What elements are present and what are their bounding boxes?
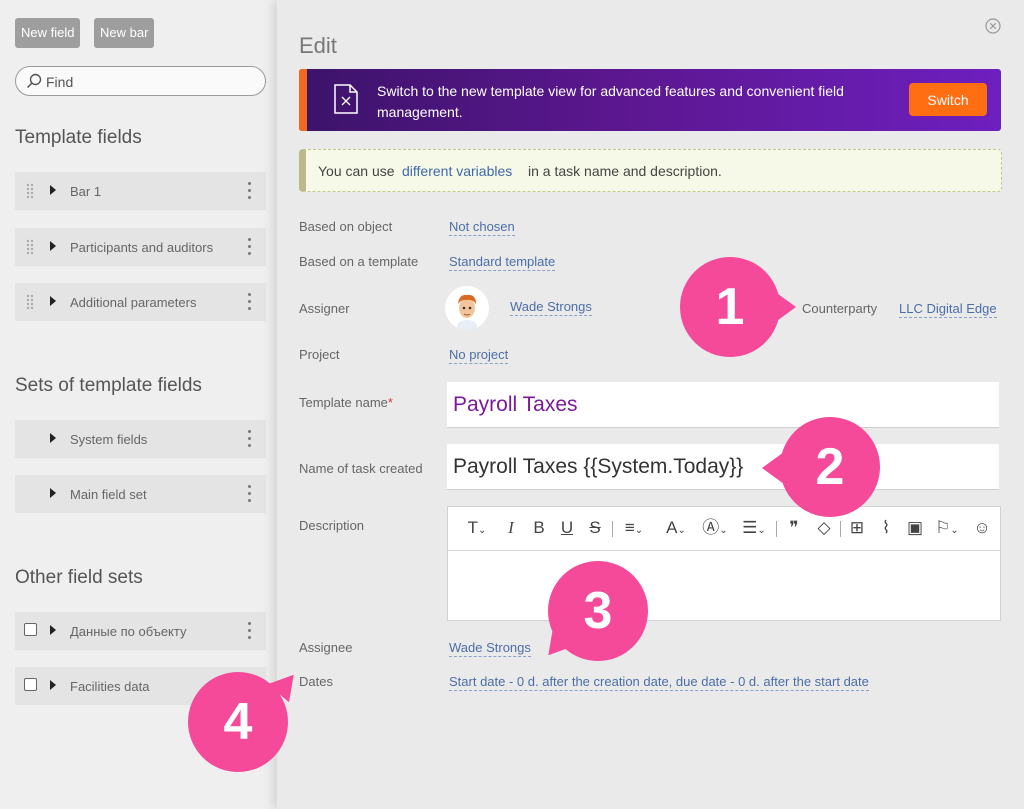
description-editor[interactable]: T⌄ I B U S ≡⌄ A⌄ Ⓐ⌄ ☰⌄ ❞ ◇ ⊞ ⌇ ▣ ⚐⌄ ☺ — [447, 506, 1001, 621]
banner-accent-stripe — [299, 69, 307, 131]
dates-label: Dates — [299, 674, 333, 689]
info-text-before: You can use — [318, 163, 395, 179]
template-fields-title: Template fields — [15, 127, 142, 148]
bold-icon[interactable]: B — [531, 517, 547, 539]
assignee-label: Assignee — [299, 640, 353, 655]
field-item-label: Bar 1 — [70, 184, 102, 199]
based-on-template-label: Based on a template — [299, 254, 419, 269]
search-icon — [26, 73, 42, 89]
strikethrough-icon[interactable]: S — [587, 517, 603, 539]
field-item-additional[interactable]: Additional parameters — [15, 283, 266, 321]
description-label: Description — [299, 518, 365, 533]
avatar[interactable] — [445, 286, 489, 330]
drag-handle-icon[interactable] — [26, 294, 34, 310]
drag-handle-icon[interactable] — [26, 183, 34, 199]
code-file-icon[interactable]: ▣ — [905, 517, 925, 539]
project-label: Project — [299, 347, 340, 362]
more-options-icon[interactable] — [248, 182, 252, 200]
more-options-icon[interactable] — [248, 485, 252, 503]
set-item-system[interactable]: System fields — [15, 420, 266, 458]
template-name-input[interactable]: Payroll Taxes — [447, 382, 999, 428]
expand-arrow-icon[interactable] — [50, 680, 56, 690]
checkbox[interactable] — [24, 678, 37, 691]
variables-info-box: You can use different variables in a tas… — [299, 149, 1002, 192]
underline-icon[interactable]: U — [559, 517, 575, 539]
checkbox[interactable] — [24, 623, 37, 636]
task-name-label: Name of task created — [299, 461, 423, 476]
close-icon[interactable] — [985, 18, 1001, 34]
annotation-badge-1: 1 — [680, 257, 780, 357]
expand-arrow-icon[interactable] — [50, 433, 56, 443]
align-icon[interactable]: ≡⌄ — [620, 517, 648, 539]
table-icon[interactable]: ⊞ — [847, 517, 867, 539]
expand-arrow-icon[interactable] — [50, 185, 56, 195]
counterparty-label: Counterparty — [802, 301, 878, 316]
set-item-main[interactable]: Main field set — [15, 475, 266, 513]
toolbar-divider — [776, 521, 777, 537]
edit-panel: Edit Switch to the new template view for… — [277, 0, 1024, 809]
assigner-link[interactable]: Wade Strongs — [510, 299, 592, 316]
based-on-template-link[interactable]: Standard template — [449, 254, 556, 271]
text-style-icon[interactable]: T⌄ — [464, 517, 490, 539]
emoji-icon[interactable]: ☺ — [972, 517, 992, 539]
dates-link[interactable]: Start date - 0 d. after the creation dat… — [449, 674, 869, 691]
more-options-icon[interactable] — [248, 622, 252, 640]
more-options-icon[interactable] — [248, 430, 252, 448]
required-asterisk: * — [387, 395, 393, 410]
expand-arrow-icon[interactable] — [50, 241, 56, 251]
info-text-after: in a task name and description. — [528, 163, 722, 179]
expand-arrow-icon[interactable] — [50, 296, 56, 306]
toolbar-divider — [840, 521, 841, 537]
expand-arrow-icon[interactable] — [50, 625, 56, 635]
assignee-link[interactable]: Wade Strongs — [449, 640, 531, 657]
new-field-button[interactable]: New field — [15, 18, 81, 48]
other-item-label: Facilities data — [70, 679, 150, 694]
editor-toolbar: T⌄ I B U S ≡⌄ A⌄ Ⓐ⌄ ☰⌄ ❞ ◇ ⊞ ⌇ ▣ ⚐⌄ ☺ — [448, 507, 1000, 551]
other-item-label: Данные по объекту — [70, 624, 187, 639]
drag-handle-icon[interactable] — [26, 239, 34, 255]
badge-pointer — [774, 291, 796, 323]
badge-pointer — [762, 452, 784, 484]
search-input[interactable]: Find — [15, 66, 266, 96]
more-options-icon[interactable] — [248, 238, 252, 256]
list-icon[interactable]: ☰⌄ — [738, 517, 770, 539]
template-file-icon — [334, 84, 358, 114]
bookmark-icon[interactable]: ⚐⌄ — [932, 517, 962, 539]
attach-icon[interactable]: ⌇ — [876, 517, 896, 539]
project-link[interactable]: No project — [449, 347, 509, 364]
highlight-icon[interactable]: Ⓐ⌄ — [700, 517, 730, 539]
font-color-icon[interactable]: A⌄ — [662, 517, 690, 539]
new-bar-button[interactable]: New bar — [94, 18, 155, 48]
based-on-object-label: Based on object — [299, 219, 393, 234]
switch-view-banner: Switch to the new template view for adva… — [299, 69, 1001, 131]
other-item-object[interactable]: Данные по объекту — [15, 612, 266, 650]
counterparty-link[interactable]: LLC Digital Edge — [899, 301, 997, 318]
search-placeholder: Find — [46, 74, 74, 90]
field-item-bar-1[interactable]: Bar 1 — [15, 172, 266, 210]
italic-icon[interactable]: I — [503, 517, 519, 539]
toolbar-divider — [612, 521, 613, 537]
field-item-label: Additional parameters — [70, 295, 197, 310]
set-item-label: System fields — [70, 432, 148, 447]
field-item-participants[interactable]: Participants and auditors — [15, 228, 266, 266]
template-name-label: Template name* — [299, 395, 393, 410]
other-sets-title: Other field sets — [15, 567, 143, 588]
quote-icon[interactable]: ❞ — [784, 517, 804, 539]
annotation-badge-2: 2 — [780, 417, 880, 517]
field-item-label: Participants and auditors — [70, 240, 214, 255]
eraser-icon[interactable]: ◇ — [814, 517, 834, 539]
set-item-label: Main field set — [70, 487, 147, 502]
switch-button[interactable]: Switch — [909, 83, 987, 116]
assigner-label: Assigner — [299, 301, 350, 316]
more-options-icon[interactable] — [248, 293, 252, 311]
task-name-input[interactable]: Payroll Taxes {{System.Today}} — [447, 444, 999, 490]
sets-title: Sets of template fields — [15, 375, 202, 396]
based-on-object-link[interactable]: Not chosen — [449, 219, 515, 236]
variables-link[interactable]: different variables — [402, 163, 512, 179]
banner-text: Switch to the new template view for adva… — [377, 83, 844, 120]
expand-arrow-icon[interactable] — [50, 488, 56, 498]
page-title: Edit — [299, 33, 337, 58]
